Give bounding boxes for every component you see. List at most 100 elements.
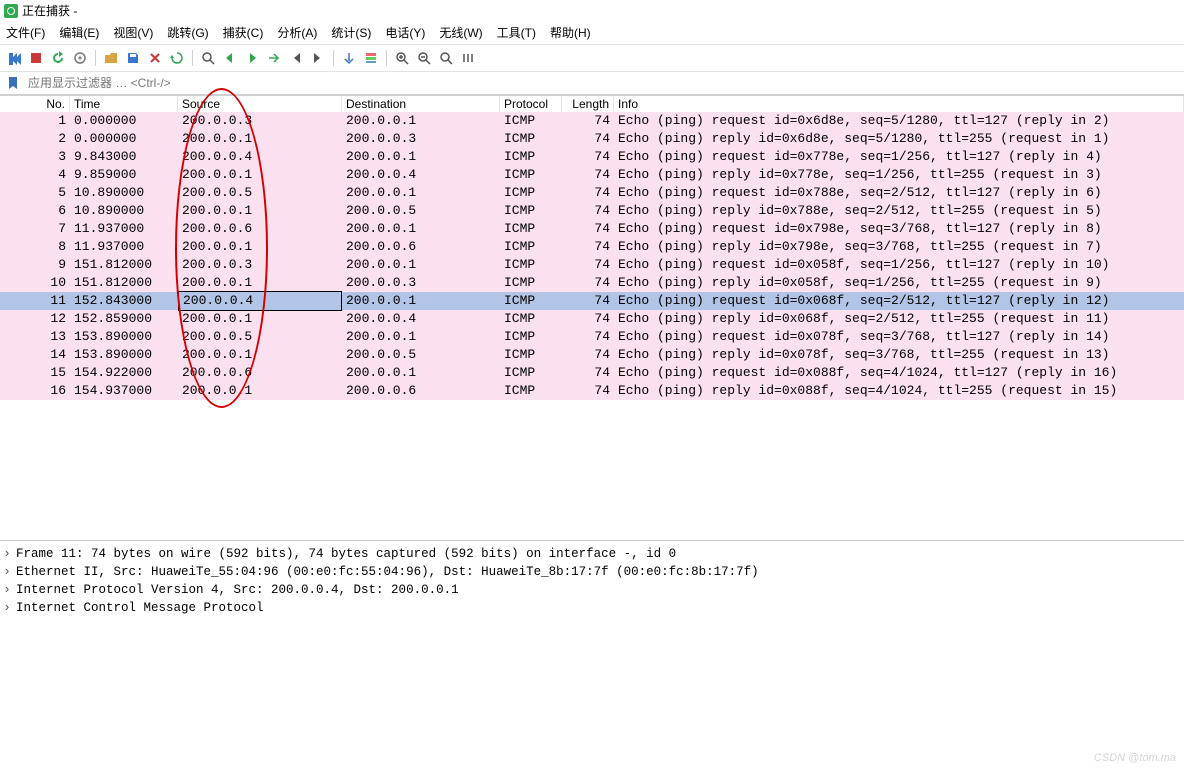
cell-destination: 200.0.0.1	[342, 292, 500, 310]
auto-scroll-icon[interactable]	[339, 48, 359, 68]
menu-file[interactable]: 文件(F)	[6, 24, 45, 41]
column-length[interactable]: Length	[562, 96, 614, 112]
cell-info: Echo (ping) request id=0x778e, seq=1/256…	[614, 148, 1184, 166]
colorize-icon[interactable]	[361, 48, 381, 68]
packet-row[interactable]: 9151.812000200.0.0.3200.0.0.1ICMP74Echo …	[0, 256, 1184, 274]
zoom-out-icon[interactable]	[414, 48, 434, 68]
toolbar	[0, 45, 1184, 72]
packet-row[interactable]: 811.937000200.0.0.1200.0.0.6ICMP74Echo (…	[0, 238, 1184, 256]
cell-no: 14	[0, 346, 70, 364]
expand-icon[interactable]: ›	[2, 599, 12, 617]
column-time[interactable]: Time	[70, 96, 178, 112]
cell-length: 74	[562, 256, 614, 274]
cell-no: 4	[0, 166, 70, 184]
packet-row[interactable]: 13153.890000200.0.0.5200.0.0.1ICMP74Echo…	[0, 328, 1184, 346]
cell-time: 10.890000	[70, 202, 178, 220]
go-last-icon[interactable]	[308, 48, 328, 68]
cell-info: Echo (ping) reply id=0x088f, seq=4/1024,…	[614, 382, 1184, 400]
packet-details-pane[interactable]: ›Frame 11: 74 bytes on wire (592 bits), …	[0, 540, 1184, 740]
menu-help[interactable]: 帮助(H)	[550, 24, 591, 41]
cell-destination: 200.0.0.1	[342, 184, 500, 202]
packet-row[interactable]: 510.890000200.0.0.5200.0.0.1ICMP74Echo (…	[0, 184, 1184, 202]
cell-source: 200.0.0.3	[178, 112, 342, 130]
cell-info: Echo (ping) reply id=0x068f, seq=2/512, …	[614, 310, 1184, 328]
resize-columns-icon[interactable]	[458, 48, 478, 68]
column-info[interactable]: Info	[614, 96, 1184, 112]
menu-tools[interactable]: 工具(T)	[497, 24, 536, 41]
cell-protocol: ICMP	[500, 310, 562, 328]
start-capture-icon[interactable]	[4, 48, 24, 68]
cell-source: 200.0.0.4	[178, 148, 342, 166]
cell-source: 200.0.0.6	[178, 220, 342, 238]
column-source[interactable]: Source	[178, 96, 342, 112]
cell-destination: 200.0.0.1	[342, 112, 500, 130]
cell-destination: 200.0.0.5	[342, 346, 500, 364]
zoom-reset-icon[interactable]	[436, 48, 456, 68]
expand-icon[interactable]: ›	[2, 545, 12, 563]
cell-length: 74	[562, 274, 614, 292]
find-icon[interactable]	[198, 48, 218, 68]
cell-info: Echo (ping) request id=0x788e, seq=2/512…	[614, 184, 1184, 202]
packet-row[interactable]: 15154.922000200.0.0.6200.0.0.1ICMP74Echo…	[0, 364, 1184, 382]
watermark: CSDN @tom.ma	[1094, 752, 1176, 764]
cell-destination: 200.0.0.3	[342, 274, 500, 292]
cell-info: Echo (ping) request id=0x078f, seq=3/768…	[614, 328, 1184, 346]
go-forward-icon[interactable]	[242, 48, 262, 68]
capture-options-icon[interactable]	[70, 48, 90, 68]
cell-protocol: ICMP	[500, 364, 562, 382]
cell-time: 152.843000	[70, 292, 178, 310]
menu-go[interactable]: 跳转(G)	[167, 24, 208, 41]
column-destination[interactable]: Destination	[342, 96, 500, 112]
menu-wireless[interactable]: 无线(W)	[439, 24, 482, 41]
packet-row[interactable]: 49.859000200.0.0.1200.0.0.4ICMP74Echo (p…	[0, 166, 1184, 184]
cell-source: 200.0.0.6	[178, 364, 342, 382]
cell-protocol: ICMP	[500, 184, 562, 202]
packet-row[interactable]: 10.000000200.0.0.3200.0.0.1ICMP74Echo (p…	[0, 112, 1184, 130]
packet-row[interactable]: 10151.812000200.0.0.1200.0.0.3ICMP74Echo…	[0, 274, 1184, 292]
cell-source: 200.0.0.1	[178, 346, 342, 364]
cell-protocol: ICMP	[500, 292, 562, 310]
reload-icon[interactable]	[167, 48, 187, 68]
go-to-packet-icon[interactable]	[264, 48, 284, 68]
expand-icon[interactable]: ›	[2, 563, 12, 581]
column-no[interactable]: No.	[0, 96, 70, 112]
menu-edit[interactable]: 编辑(E)	[59, 24, 99, 41]
cell-no: 15	[0, 364, 70, 382]
detail-icmp: Internet Control Message Protocol	[16, 599, 264, 617]
column-protocol[interactable]: Protocol	[500, 96, 562, 112]
cell-source: 200.0.0.1	[178, 310, 342, 328]
cell-source: 200.0.0.3	[178, 256, 342, 274]
detail-frame: Frame 11: 74 bytes on wire (592 bits), 7…	[16, 545, 676, 563]
menu-view[interactable]: 视图(V)	[113, 24, 153, 41]
cell-no: 6	[0, 202, 70, 220]
go-back-icon[interactable]	[220, 48, 240, 68]
packet-row[interactable]: 711.937000200.0.0.6200.0.0.1ICMP74Echo (…	[0, 220, 1184, 238]
menu-telephony[interactable]: 电话(Y)	[385, 24, 425, 41]
stop-capture-icon[interactable]	[26, 48, 46, 68]
packet-row[interactable]: 11152.843000200.0.0.4200.0.0.1ICMP74Echo…	[0, 292, 1184, 310]
zoom-in-icon[interactable]	[392, 48, 412, 68]
restart-capture-icon[interactable]	[48, 48, 68, 68]
packet-row[interactable]: 14153.890000200.0.0.1200.0.0.5ICMP74Echo…	[0, 346, 1184, 364]
expand-icon[interactable]: ›	[2, 581, 12, 599]
close-file-icon[interactable]	[145, 48, 165, 68]
cell-time: 10.890000	[70, 184, 178, 202]
packet-list[interactable]: 10.000000200.0.0.3200.0.0.1ICMP74Echo (p…	[0, 112, 1184, 400]
save-file-icon[interactable]	[123, 48, 143, 68]
menu-statistics[interactable]: 统计(S)	[331, 24, 371, 41]
packet-row[interactable]: 610.890000200.0.0.1200.0.0.5ICMP74Echo (…	[0, 202, 1184, 220]
menu-capture[interactable]: 捕获(C)	[223, 24, 264, 41]
cell-time: 151.812000	[70, 256, 178, 274]
packet-row[interactable]: 12152.859000200.0.0.1200.0.0.4ICMP74Echo…	[0, 310, 1184, 328]
menu-analyze[interactable]: 分析(A)	[277, 24, 317, 41]
cell-length: 74	[562, 166, 614, 184]
packet-row[interactable]: 20.000000200.0.0.1200.0.0.3ICMP74Echo (p…	[0, 130, 1184, 148]
separator	[386, 50, 387, 66]
open-file-icon[interactable]	[101, 48, 121, 68]
packet-row[interactable]: 16154.937000200.0.0.1200.0.0.6ICMP74Echo…	[0, 382, 1184, 400]
bookmark-icon[interactable]	[4, 74, 22, 92]
go-first-icon[interactable]	[286, 48, 306, 68]
cell-destination: 200.0.0.1	[342, 148, 500, 166]
packet-row[interactable]: 39.843000200.0.0.4200.0.0.1ICMP74Echo (p…	[0, 148, 1184, 166]
display-filter-input[interactable]	[24, 74, 1180, 92]
